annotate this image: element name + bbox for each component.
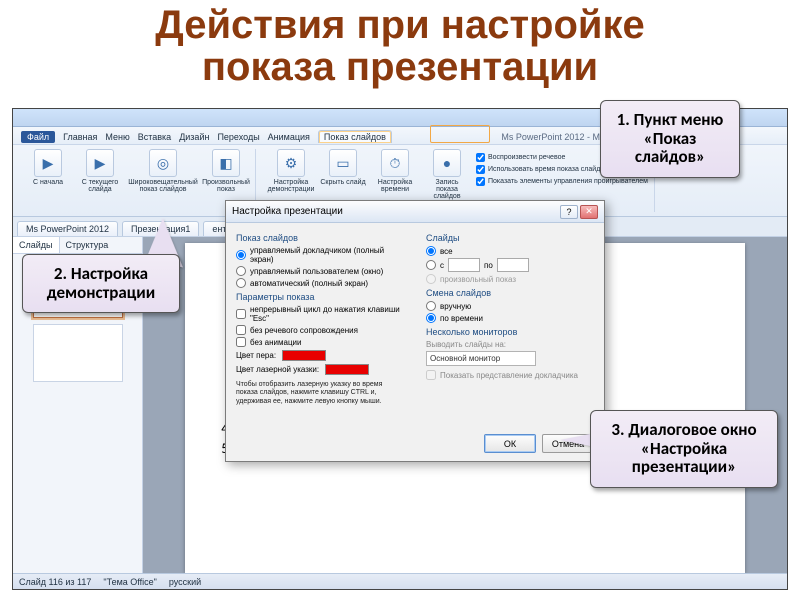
opt-from-to[interactable]: с по — [426, 258, 594, 272]
side-tab-outline[interactable]: Структура — [60, 237, 115, 253]
btn-from-current[interactable]: ▶ С текущего слайда — [77, 149, 123, 212]
opt-noanimation[interactable]: без анимации — [236, 337, 406, 347]
dialog-ok-button[interactable]: ОК — [484, 434, 536, 453]
status-language[interactable]: русский — [169, 577, 201, 587]
laser-color-row[interactable]: Цвет лазерной указки: — [236, 364, 406, 375]
dialog-titlebar[interactable]: Настройка презентации ? ✕ — [226, 201, 604, 223]
record-icon: ● — [433, 149, 461, 177]
title-line-1: Действия при настройке — [10, 4, 790, 46]
tab-home[interactable]: Главная — [63, 132, 97, 142]
spin-to[interactable] — [497, 258, 529, 272]
spin-from[interactable] — [448, 258, 480, 272]
opt-timing[interactable]: по времени — [426, 313, 594, 323]
opt-manual[interactable]: вручную — [426, 301, 594, 311]
sec-options: Параметры показа — [236, 292, 406, 302]
setup-icon: ⚙ — [277, 149, 305, 177]
doc-tab-1[interactable]: Ms PowerPoint 2012 — [17, 221, 118, 236]
laser-color-swatch[interactable] — [325, 364, 369, 375]
play-current-icon: ▶ — [86, 149, 114, 177]
tab-file[interactable]: Файл — [21, 131, 55, 143]
page-title: Действия при настройке показа презентаци… — [0, 0, 800, 94]
tab-transitions[interactable]: Переходы — [217, 132, 259, 142]
title-line-2: показа презентации — [10, 46, 790, 88]
sec-show-type: Показ слайдов — [236, 233, 406, 243]
sec-monitors: Несколько мониторов — [426, 327, 594, 337]
tab-animations[interactable]: Анимация — [268, 132, 310, 142]
hide-slide-icon: ▭ — [329, 149, 357, 177]
side-tab-slides[interactable]: Слайды — [13, 237, 60, 253]
callout-2: 2. Настройка демонстрации — [22, 254, 180, 313]
monitor-label: Выводить слайды на: — [426, 340, 594, 349]
btn-broadcast[interactable]: ◎ Широковещательный показ слайдов — [129, 149, 197, 212]
opt-loop[interactable]: непрерывный цикл до нажатия клавиши "Esc… — [236, 305, 406, 323]
opt-speaker[interactable]: управляемый докладчиком (полный экран) — [236, 246, 406, 264]
slide-thumbnail-next[interactable] — [33, 324, 123, 382]
status-theme: "Тема Office" — [103, 577, 156, 587]
tab-menu[interactable]: Меню — [105, 132, 129, 142]
opt-presenter-view[interactable]: Показать представление докладчика — [426, 370, 594, 380]
chk-show-controls[interactable]: Показать элементы управления проигрывате… — [476, 177, 648, 186]
timer-icon: ⏱ — [381, 149, 409, 177]
tab-slideshow[interactable]: Показ слайдов — [318, 130, 392, 143]
opt-all-slides[interactable]: все — [426, 246, 594, 256]
pen-color-swatch[interactable] — [282, 350, 326, 361]
opt-auto[interactable]: автоматический (полный экран) — [236, 278, 406, 288]
status-slide-count: Слайд 116 из 117 — [19, 577, 91, 587]
tab-insert[interactable]: Вставка — [138, 132, 171, 142]
btn-from-beginning[interactable]: ▶ С начала — [25, 149, 71, 212]
custom-show-icon: ◧ — [212, 149, 240, 177]
play-icon: ▶ — [34, 149, 62, 177]
status-bar: Слайд 116 из 117 "Тема Office" русский — [13, 573, 787, 589]
sec-advance: Смена слайдов — [426, 288, 594, 298]
dialog-close-button[interactable]: ✕ — [580, 205, 598, 219]
pen-color-row[interactable]: Цвет пера: — [236, 350, 406, 361]
callout-3: 3. Диалоговое окно «Настройка презентаци… — [590, 410, 778, 488]
broadcast-icon: ◎ — [149, 149, 177, 177]
tab-design[interactable]: Дизайн — [179, 132, 209, 142]
setup-dialog: Настройка презентации ? ✕ Показ слайдов … — [225, 200, 605, 462]
opt-user[interactable]: управляемый пользователем (окно) — [236, 266, 406, 276]
opt-custom-show[interactable]: произвольный показ — [426, 274, 594, 284]
monitor-select[interactable]: Основной монитор — [426, 351, 536, 366]
dialog-help-button[interactable]: ? — [560, 205, 578, 219]
callout-1: 1. Пункт меню «Показ слайдов» — [600, 100, 740, 178]
laser-hint: Чтобы отобразить лазерную указку во врем… — [236, 381, 406, 406]
dialog-title-text: Настройка презентации — [232, 206, 343, 217]
opt-nonarration[interactable]: без речевого сопровождения — [236, 325, 406, 335]
sec-slides: Слайды — [426, 233, 594, 243]
